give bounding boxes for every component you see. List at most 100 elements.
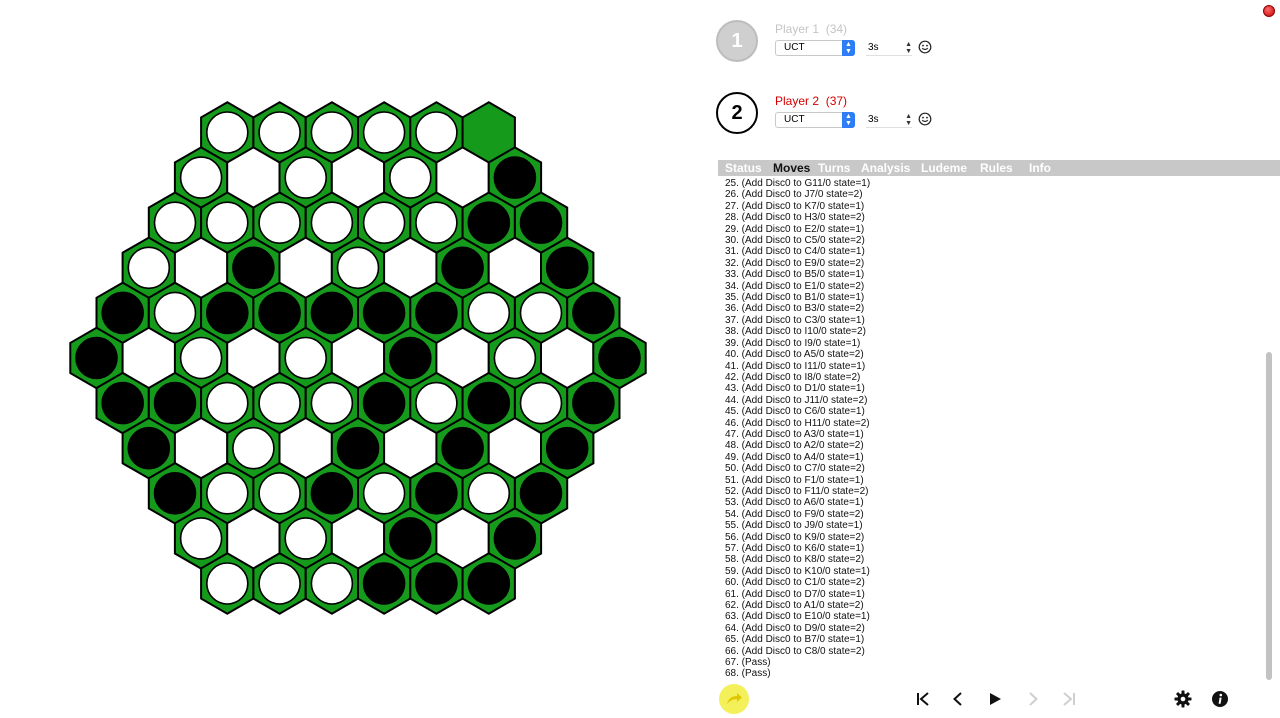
player-2-name: Player 2 (37)	[775, 94, 848, 108]
move-entry[interactable]: 63. (Add Disc0 to E10/0 state=1)	[725, 611, 1255, 622]
move-entry[interactable]: 62. (Add Disc0 to A1/0 state=2)	[725, 600, 1255, 611]
black-disc	[388, 336, 432, 380]
player-2-badge: 2	[716, 92, 758, 134]
player-2-ai-select[interactable]: UCT ▲ ▼	[775, 112, 855, 128]
tab-turns[interactable]: Turns	[818, 160, 850, 176]
move-entry[interactable]: 46. (Add Disc0 to H11/0 state=2)	[725, 418, 1255, 429]
move-entry[interactable]: 66. (Add Disc0 to C8/0 state=2)	[725, 646, 1255, 657]
info-button[interactable]	[1208, 688, 1232, 710]
move-entry[interactable]: 25. (Add Disc0 to G11/0 state=1)	[725, 178, 1255, 189]
move-entry[interactable]: 53. (Add Disc0 to A6/0 state=1)	[725, 497, 1255, 508]
skip-to-start-icon	[917, 692, 929, 706]
settings-gear-icon	[1174, 690, 1192, 708]
move-entry[interactable]: 27. (Add Disc0 to K7/0 state=1)	[725, 201, 1255, 212]
move-entry[interactable]: 50. (Add Disc0 to C7/0 state=2)	[725, 463, 1255, 474]
move-entry[interactable]: 36. (Add Disc0 to B3/0 state=2)	[725, 303, 1255, 314]
play-button[interactable]	[983, 688, 1007, 710]
move-entry[interactable]: 51. (Add Disc0 to F1/0 state=1)	[725, 475, 1255, 486]
smiley-face-icon[interactable]	[918, 40, 932, 54]
move-entry[interactable]: 28. (Add Disc0 to H3/0 state=2)	[725, 212, 1255, 223]
tab-moves[interactable]: Moves	[773, 160, 810, 176]
player-1-ai-select[interactable]: UCT ▲ ▼	[775, 40, 855, 56]
tab-info[interactable]: Info	[1029, 160, 1051, 176]
move-entry[interactable]: 67. (Pass)	[725, 657, 1255, 668]
move-entry[interactable]: 33. (Add Disc0 to B5/0 state=1)	[725, 269, 1255, 280]
black-disc	[101, 381, 144, 425]
move-entry[interactable]: 48. (Add Disc0 to A2/0 state=2)	[725, 440, 1255, 451]
black-disc	[598, 336, 641, 380]
step-forward-button[interactable]	[1021, 688, 1045, 710]
black-disc	[415, 562, 458, 605]
player-2-panel: 2 Player 2 (37) UCT ▲ ▼ 3s ▲ ▼	[716, 92, 1016, 142]
move-entry[interactable]: 65. (Add Disc0 to B7/0 state=1)	[725, 634, 1255, 645]
window-close-button[interactable]	[1263, 5, 1275, 17]
move-entry[interactable]: 40. (Add Disc0 to A5/0 state=2)	[725, 349, 1255, 360]
move-entry[interactable]: 29. (Add Disc0 to E2/0 state=1)	[725, 224, 1255, 235]
white-disc	[310, 381, 354, 425]
black-disc	[127, 426, 171, 470]
move-entry[interactable]: 39. (Add Disc0 to I9/0 state=1)	[725, 338, 1255, 349]
select-arrows-icon: ▲ ▼	[842, 112, 855, 128]
player-2-time-field[interactable]: 3s ▲ ▼	[866, 112, 912, 128]
game-board[interactable]	[0, 0, 700, 718]
move-entry[interactable]: 37. (Add Disc0 to C3/0 state=1)	[725, 315, 1255, 326]
move-entry[interactable]: 45. (Add Disc0 to C6/0 state=1)	[725, 406, 1255, 417]
move-entry[interactable]: 54. (Add Disc0 to F9/0 state=2)	[725, 509, 1255, 520]
info-icon	[1212, 691, 1228, 707]
move-entry[interactable]: 47. (Add Disc0 to A3/0 state=1)	[725, 429, 1255, 440]
move-entry[interactable]: 59. (Add Disc0 to K10/0 state=1)	[725, 566, 1255, 577]
move-entry[interactable]: 26. (Add Disc0 to J7/0 state=2)	[725, 189, 1255, 200]
hint-button[interactable]	[719, 684, 749, 714]
move-entry[interactable]: 38. (Add Disc0 to I10/0 state=2)	[725, 326, 1255, 337]
white-disc	[206, 111, 249, 154]
black-disc	[545, 246, 589, 290]
move-entry[interactable]: 68. (Pass)	[725, 668, 1255, 679]
stepper-arrows-icon[interactable]: ▲ ▼	[905, 40, 912, 55]
playback-controls	[700, 680, 1280, 718]
move-entry[interactable]: 58. (Add Disc0 to K8/0 state=2)	[725, 554, 1255, 565]
move-entry[interactable]: 57. (Add Disc0 to K6/0 state=1)	[725, 543, 1255, 554]
smiley-face-icon[interactable]	[918, 112, 932, 126]
tab-analysis[interactable]: Analysis	[861, 160, 910, 176]
white-disc	[362, 201, 406, 244]
moves-list[interactable]: 25. (Add Disc0 to G11/0 state=1) 26. (Add…	[725, 178, 1255, 679]
move-entry[interactable]: 30. (Add Disc0 to C5/0 state=2)	[725, 235, 1255, 246]
move-entry[interactable]: 52. (Add Disc0 to F11/0 state=2)	[725, 486, 1255, 497]
white-disc	[310, 201, 354, 244]
move-entry[interactable]: 32. (Add Disc0 to E9/0 state=2)	[725, 258, 1255, 269]
move-entry[interactable]: 42. (Add Disc0 to I8/0 state=2)	[725, 372, 1255, 383]
white-disc	[467, 471, 511, 515]
move-entry[interactable]: 44. (Add Disc0 to J11/0 state=2)	[725, 395, 1255, 406]
move-entry[interactable]: 31. (Add Disc0 to C4/0 state=1)	[725, 246, 1255, 257]
move-entry[interactable]: 55. (Add Disc0 to J9/0 state=1)	[725, 520, 1255, 531]
move-entry[interactable]: 43. (Add Disc0 to D1/0 state=1)	[725, 383, 1255, 394]
black-disc	[493, 156, 537, 199]
black-disc	[545, 426, 589, 470]
settings-button[interactable]	[1171, 688, 1195, 710]
skip-to-end-button[interactable]	[1057, 688, 1081, 710]
hint-icon	[727, 693, 742, 704]
black-disc	[467, 562, 511, 605]
white-disc	[493, 336, 537, 380]
move-entry[interactable]: 60. (Add Disc0 to C1/0 state=2)	[725, 577, 1255, 588]
play-icon	[990, 693, 1001, 705]
tab-ludeme[interactable]: Ludeme	[921, 160, 967, 176]
tab-status[interactable]: Status	[725, 160, 762, 176]
step-back-button[interactable]	[946, 688, 970, 710]
moves-scrollbar[interactable]	[1266, 352, 1272, 680]
move-entry[interactable]: 64. (Add Disc0 to D9/0 state=2)	[725, 623, 1255, 634]
move-entry[interactable]: 35. (Add Disc0 to B1/0 state=1)	[725, 292, 1255, 303]
move-entry[interactable]: 41. (Add Disc0 to I11/0 state=1)	[725, 361, 1255, 372]
stepper-arrows-icon[interactable]: ▲ ▼	[905, 112, 912, 127]
black-disc	[467, 381, 511, 425]
move-entry[interactable]: 34. (Add Disc0 to E1/0 state=2)	[725, 281, 1255, 292]
move-entry[interactable]: 49. (Add Disc0 to A4/0 state=1)	[725, 452, 1255, 463]
player-1-time-field[interactable]: 3s ▲ ▼	[866, 40, 912, 56]
white-disc	[258, 381, 301, 425]
move-entry[interactable]: 61. (Add Disc0 to D7/0 state=1)	[725, 589, 1255, 600]
move-entry[interactable]: 56. (Add Disc0 to K9/0 state=2)	[725, 532, 1255, 543]
skip-to-end-icon	[1063, 692, 1075, 706]
tab-rules[interactable]: Rules	[980, 160, 1013, 176]
skip-to-start-button[interactable]	[911, 688, 935, 710]
white-disc	[519, 381, 563, 425]
